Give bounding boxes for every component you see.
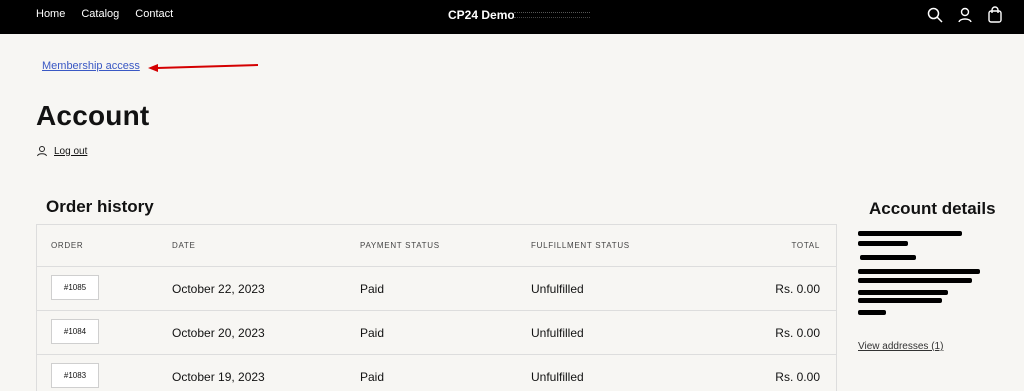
column-date: DATE: [172, 241, 196, 250]
order-link[interactable]: #1085: [51, 275, 99, 300]
main-nav: Home Catalog Contact: [36, 8, 173, 20]
order-date: October 22, 2023: [172, 282, 265, 296]
order-date: October 20, 2023: [172, 326, 265, 340]
logout-label[interactable]: Log out: [54, 146, 87, 157]
cart-icon[interactable]: [986, 6, 1004, 24]
column-total: TOTAL: [791, 241, 820, 250]
nav-catalog[interactable]: Catalog: [81, 8, 119, 20]
payment-status: Paid: [360, 326, 385, 340]
order-history-heading: Order history: [46, 197, 154, 216]
payment-status: Paid: [360, 282, 385, 296]
redacted-line: [860, 255, 916, 260]
table-row: #1083 October 19, 2023 Paid Unfulfilled …: [37, 355, 836, 391]
redacted-address: [858, 269, 980, 274]
user-icon[interactable]: [956, 6, 974, 24]
redacted-name: [858, 231, 962, 236]
redacted-line: [858, 241, 908, 246]
table-row: #1085 October 22, 2023 Paid Unfulfilled …: [37, 267, 836, 311]
fulfillment-status: Unfulfilled: [531, 370, 584, 384]
fulfillment-status: Unfulfilled: [531, 282, 584, 296]
redacted-country: [858, 310, 886, 315]
order-total: Rs. 0.00: [775, 326, 820, 340]
membership-access-link[interactable]: Membership access: [42, 60, 140, 72]
order-total: Rs. 0.00: [775, 282, 820, 296]
user-icon: [37, 146, 47, 157]
nav-home[interactable]: Home: [36, 8, 65, 20]
store-brand[interactable]: CP24 Demo: [448, 8, 515, 22]
table-header: ORDER DATE PAYMENT STATUS FULFILLMENT ST…: [37, 225, 836, 267]
column-order: ORDER: [51, 241, 84, 250]
redacted-address: [858, 290, 948, 295]
table-row: #1084 October 20, 2023 Paid Unfulfilled …: [37, 311, 836, 355]
payment-status: Paid: [360, 370, 385, 384]
order-history-table: ORDER DATE PAYMENT STATUS FULFILLMENT ST…: [36, 224, 837, 391]
view-addresses-link[interactable]: View addresses (1): [858, 341, 943, 352]
order-link[interactable]: #1083: [51, 363, 99, 388]
logout-link[interactable]: Log out: [36, 145, 87, 157]
page-title: Account: [36, 100, 150, 131]
order-total: Rs. 0.00: [775, 370, 820, 384]
account-details-heading: Account details: [869, 199, 996, 218]
fulfillment-status: Unfulfilled: [531, 326, 584, 340]
redacted-address: [858, 278, 972, 283]
redacted-address: [858, 298, 942, 303]
column-payment-status: PAYMENT STATUS: [360, 241, 440, 250]
top-navigation: Home Catalog Contact CP24 Demo: [0, 0, 1024, 34]
column-fulfillment-status: FULFILLMENT STATUS: [531, 241, 630, 250]
brand-redaction: [514, 12, 590, 18]
order-date: October 19, 2023: [172, 370, 265, 384]
order-link[interactable]: #1084: [51, 319, 99, 344]
nav-contact[interactable]: Contact: [135, 8, 173, 20]
search-icon[interactable]: [926, 6, 944, 24]
annotation-arrow: [148, 64, 259, 72]
header-icons: [926, 6, 1004, 24]
